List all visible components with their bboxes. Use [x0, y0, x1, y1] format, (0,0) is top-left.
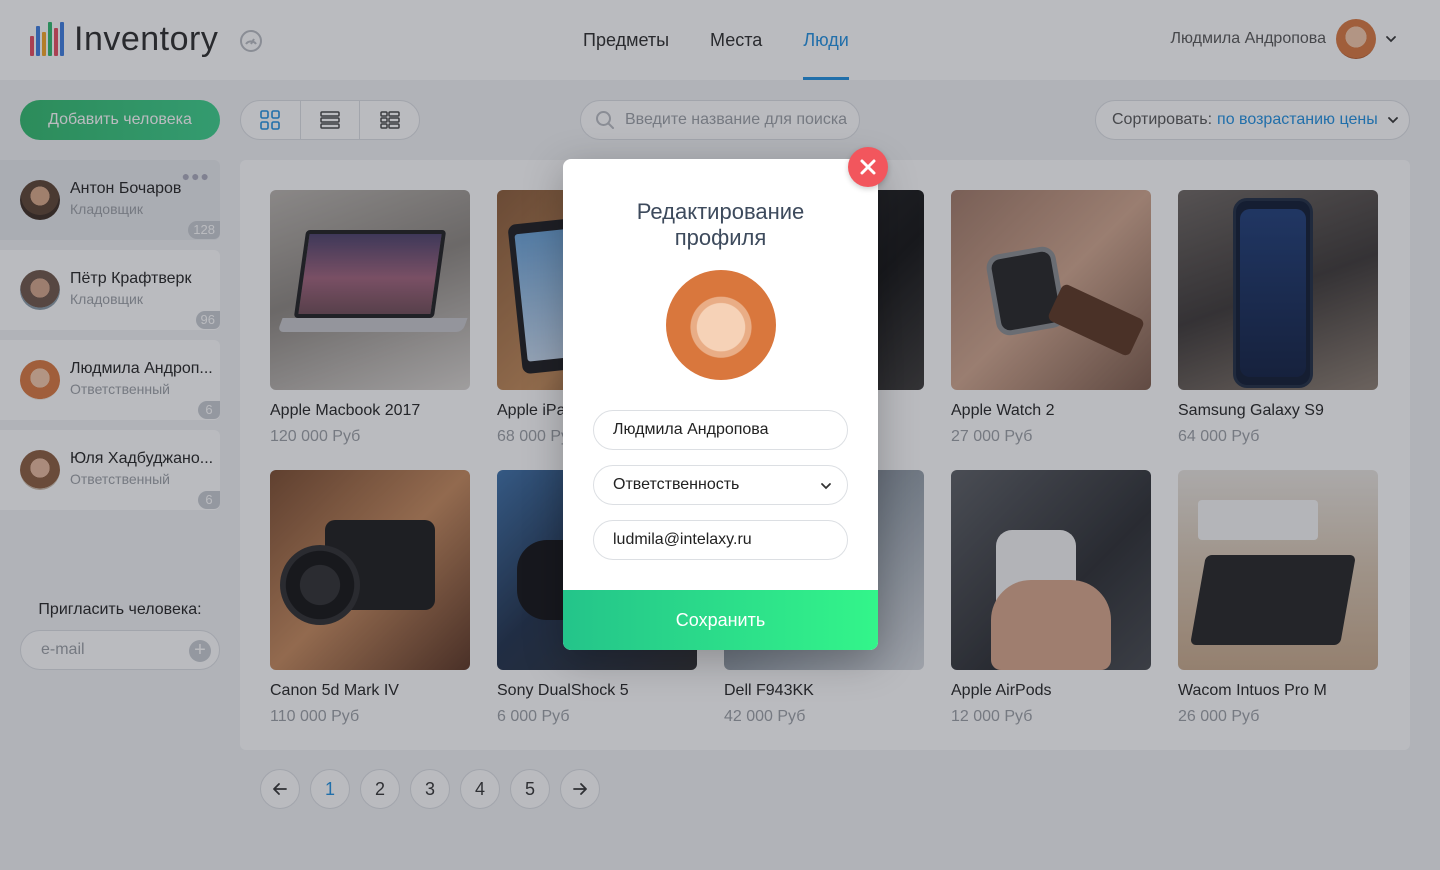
email-input[interactable]: [613, 531, 823, 549]
modal-title-line1: Редактирование: [636, 199, 805, 224]
save-button[interactable]: Сохранить: [563, 590, 878, 650]
role-select-value: Ответственность: [613, 476, 740, 493]
close-modal-button[interactable]: [848, 147, 888, 187]
chevron-down-icon: [821, 483, 831, 490]
name-input[interactable]: [613, 421, 823, 439]
modal-title: Редактирование профиля: [563, 199, 878, 251]
role-select[interactable]: Ответственность: [593, 465, 848, 505]
profile-photo[interactable]: [666, 270, 776, 380]
close-icon: [860, 159, 876, 175]
name-field[interactable]: [593, 410, 848, 450]
modal-title-line2: профиля: [674, 225, 767, 250]
edit-profile-modal: Редактирование профиля Ответственность С…: [563, 159, 878, 650]
email-field[interactable]: [593, 520, 848, 560]
